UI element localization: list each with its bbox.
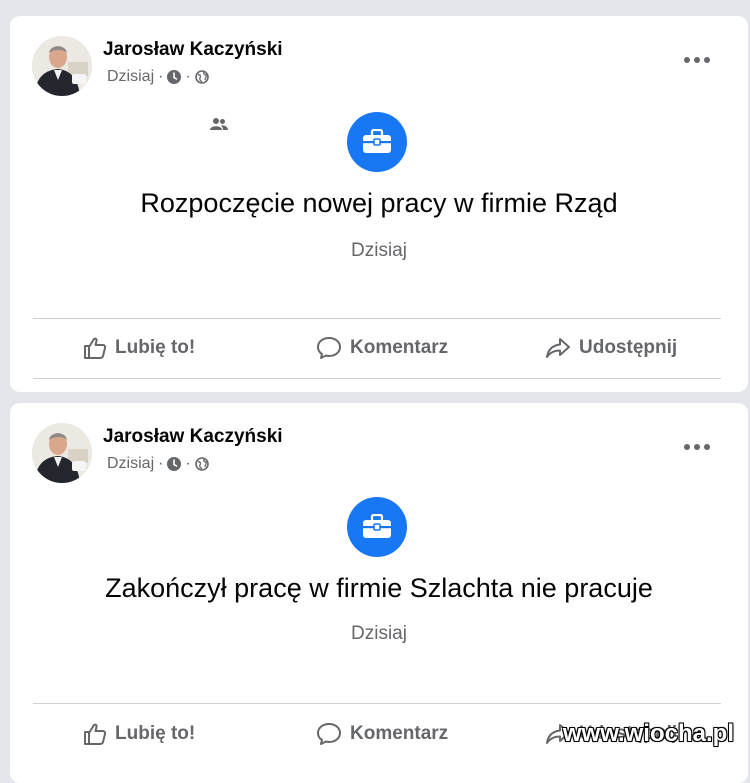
action-bar: Lubię to! Komentarz Udostępnij xyxy=(33,319,721,377)
clock-icon xyxy=(167,457,182,471)
post-card: Jarosław Kaczyński Dzisiaj · · Rozpoczęc… xyxy=(10,16,748,392)
thumbs-up-icon xyxy=(83,336,107,360)
comment-button[interactable]: Komentarz xyxy=(316,319,448,377)
event-title: Zakończył pracę w firmie Szlachta nie pr… xyxy=(105,573,653,603)
like-button[interactable]: Lubię to! xyxy=(83,705,195,763)
post-time[interactable]: Dzisiaj xyxy=(107,455,154,473)
post-meta: Dzisiaj · · xyxy=(107,455,209,473)
speech-bubble-icon xyxy=(316,336,342,360)
more-dots-icon[interactable] xyxy=(684,56,710,64)
speech-bubble-icon xyxy=(316,722,342,746)
divider xyxy=(33,703,721,704)
share-button[interactable]: Udostępnij xyxy=(545,319,677,377)
author-name[interactable]: Jarosław Kaczyński xyxy=(103,39,283,61)
separator: · xyxy=(185,68,191,85)
people-icon xyxy=(210,117,228,136)
separator: · xyxy=(185,455,191,472)
divider xyxy=(33,378,721,379)
separator: · xyxy=(158,455,164,472)
separator: · xyxy=(158,68,164,85)
thumbs-up-icon xyxy=(83,722,107,746)
briefcase-icon xyxy=(347,112,407,172)
more-dots-icon[interactable] xyxy=(684,443,710,451)
share-arrow-icon xyxy=(545,336,571,360)
comment-label: Komentarz xyxy=(350,723,449,744)
globe-icon xyxy=(194,457,209,471)
post-time[interactable]: Dzisiaj xyxy=(107,68,154,86)
clock-icon xyxy=(167,70,182,84)
globe-icon xyxy=(194,70,209,84)
post-meta: Dzisiaj · · xyxy=(107,68,209,86)
comment-label: Komentarz xyxy=(350,337,449,358)
comment-button[interactable]: Komentarz xyxy=(316,705,448,763)
event-date: Dzisiaj xyxy=(351,623,407,644)
share-label: Udostępnij xyxy=(579,337,678,358)
like-label: Lubię to! xyxy=(115,723,196,744)
avatar[interactable] xyxy=(32,423,92,483)
event-date: Dzisiaj xyxy=(351,240,407,261)
like-button[interactable]: Lubię to! xyxy=(83,319,195,377)
briefcase-icon xyxy=(347,497,407,557)
event-title: Rozpoczęcie nowej pracy w firmie Rząd xyxy=(140,188,618,218)
watermark: www.wiocha.pl xyxy=(562,720,734,747)
avatar[interactable] xyxy=(32,36,92,96)
like-label: Lubię to! xyxy=(115,337,196,358)
author-name[interactable]: Jarosław Kaczyński xyxy=(103,426,283,448)
